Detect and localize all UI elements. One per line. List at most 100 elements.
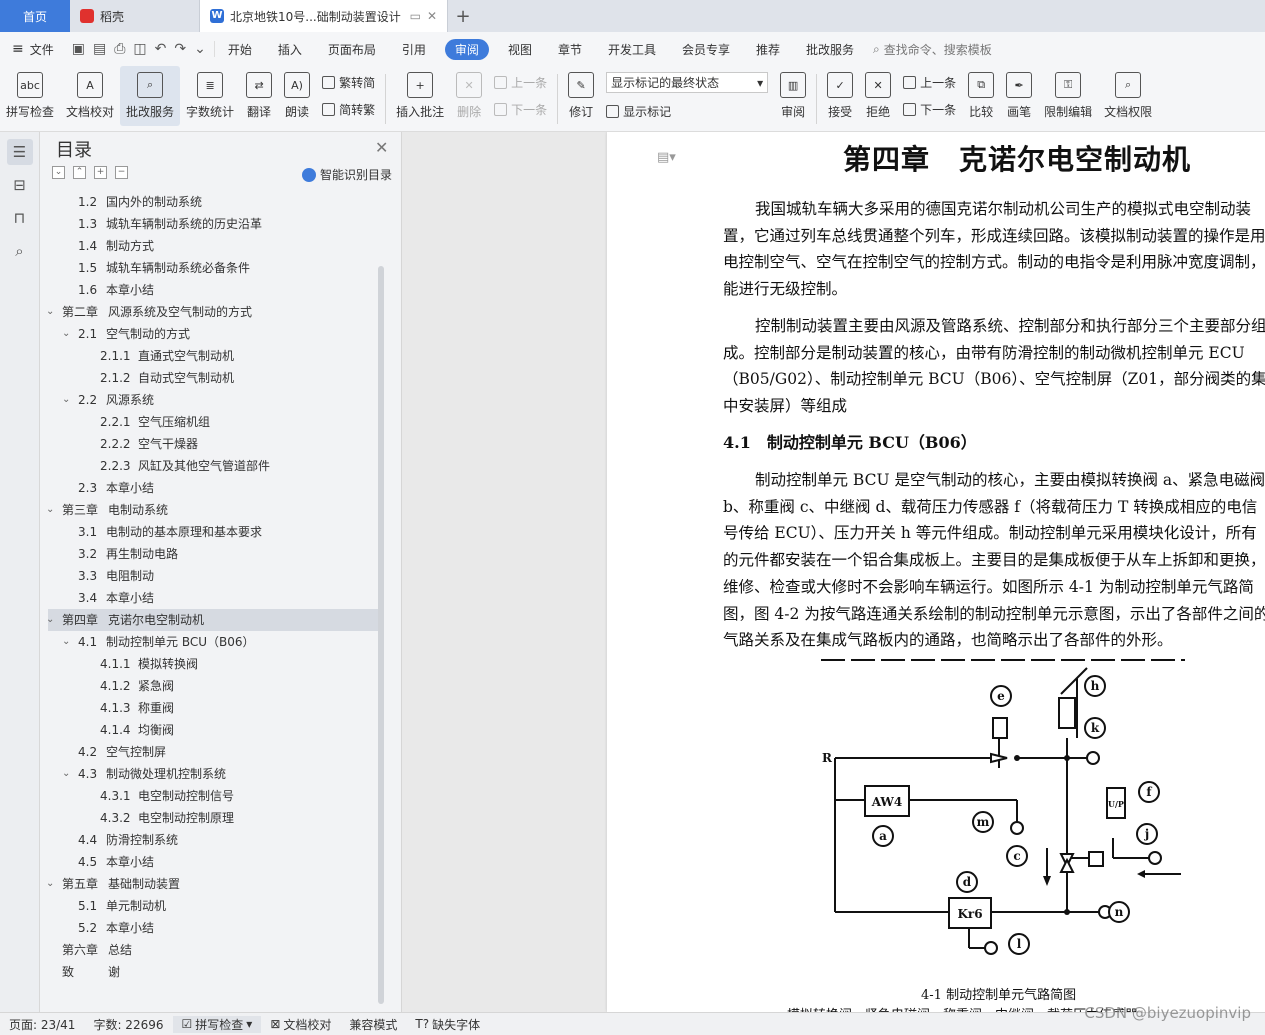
delete-comment-button[interactable]: ✕ 删除	[450, 66, 488, 126]
add-heading-icon[interactable]: +	[94, 166, 107, 179]
chevron-down-icon[interactable]: ⌄	[46, 499, 54, 521]
menu-tab-4[interactable]: 审阅	[444, 38, 489, 60]
chevron-down-icon[interactable]: ⌄	[62, 323, 70, 345]
menu-tab-0[interactable]: 开始	[215, 41, 265, 58]
collapse-all-icon[interactable]: ⌄	[52, 166, 65, 179]
toc-item[interactable]: 3.2 再生制动电路	[48, 543, 378, 565]
compare-button[interactable]: ⧉ 比较	[962, 66, 1000, 126]
toc-scrollbar[interactable]	[378, 266, 384, 1004]
compat-mode[interactable]: 兼容模式	[340, 1016, 406, 1033]
insert-comment-button[interactable]: + 插入批注	[390, 66, 450, 126]
document-page[interactable]: ▤▾ 第四章 克诺尔电空制动机 我国城轨车辆大多采用的德国克诺尔制动机公司生产的…	[607, 132, 1265, 1012]
toc-item[interactable]: 1.6 本章小结	[48, 279, 378, 301]
toc-item[interactable]: ⌄ 2.2 风源系统	[48, 389, 378, 411]
menu-tab-8[interactable]: 会员专享	[669, 41, 743, 58]
prev-comment-button[interactable]: 上一条	[494, 74, 547, 91]
smart-toc-button[interactable]: 智能识别目录	[302, 166, 392, 183]
toc-item[interactable]: ⌄ 4.3 制动微处理机控制系统	[48, 763, 378, 785]
reject-button[interactable]: ✕ 拒绝	[859, 66, 897, 126]
toc-item[interactable]: 1.5 城轨车辆制动系统必备条件	[48, 257, 378, 279]
toc-icon[interactable]: ☰	[6, 139, 33, 165]
correct-service-button[interactable]: ⌕ 批改服务	[120, 66, 181, 126]
search-icon[interactable]: ⌕	[7, 238, 33, 264]
toc-item[interactable]: 4.1.1 模拟转换阀	[48, 653, 378, 675]
word-count-button[interactable]: ≣ 字数统计	[180, 66, 240, 126]
chevron-down-icon[interactable]: ⌄	[46, 609, 54, 631]
markup-select[interactable]: 显示标记的最终状态 ▾	[606, 72, 769, 93]
to-simplified-button[interactable]: 简转繁	[322, 101, 375, 118]
toc-item[interactable]: 2.2.2 空气干燥器	[48, 433, 378, 455]
toc-item[interactable]: 1.3 城轨车辆制动系统的历史沿革	[48, 213, 378, 235]
bookmark-icon[interactable]: ⊓	[7, 205, 33, 231]
menu-tab-10[interactable]: 批改服务	[793, 41, 867, 58]
document-icon[interactable]: ▤▾	[657, 150, 676, 165]
toc-item[interactable]: 3.4 本章小结	[48, 587, 378, 609]
next-comment-button[interactable]: 下一条	[494, 101, 547, 118]
toc-item[interactable]: 2.1.1 直通式空气制动机	[48, 345, 378, 367]
toc-item[interactable]: 1.4 制动方式	[48, 235, 378, 257]
accept-button[interactable]: ✓ 接受	[821, 66, 859, 126]
chevron-down-icon[interactable]: ⌄	[62, 763, 70, 785]
missing-font[interactable]: T? 缺失字体	[406, 1016, 489, 1033]
menu-tab-2[interactable]: 页面布局	[315, 41, 389, 58]
toc-item[interactable]: 5.2 本章小结	[48, 917, 378, 939]
toc-item[interactable]: 2.1.2 自动式空气制动机	[48, 367, 378, 389]
to-traditional-button[interactable]: 繁转简	[322, 74, 375, 91]
chevron-down-icon[interactable]: ⌄	[46, 301, 54, 323]
restrict-edit-button[interactable]: ⚿ 限制编辑	[1038, 66, 1098, 126]
toc-item[interactable]: 4.1.3 称重阀	[48, 697, 378, 719]
remove-heading-icon[interactable]: −	[115, 166, 128, 179]
toc-item[interactable]: 1.2 国内外的制动系统	[48, 191, 378, 213]
more-icon[interactable]: ⌄	[194, 41, 206, 57]
toc-item[interactable]: ⌄ 第四章 克诺尔电空制动机	[46, 609, 378, 631]
status-doc-check[interactable]: ⊠ 文档校对	[261, 1016, 340, 1033]
toc-item[interactable]: ⌄ 第五章 基础制动装置	[46, 873, 378, 895]
doc-rights-button[interactable]: ⌕ 文档权限	[1098, 66, 1158, 126]
chevron-down-icon[interactable]: ⌄	[62, 631, 70, 653]
toc-item[interactable]: 3.1 电制动的基本原理和基本要求	[48, 521, 378, 543]
word-count[interactable]: 字数: 22696	[84, 1016, 172, 1033]
track-changes-button[interactable]: ✎ 修订	[562, 66, 600, 126]
tab-daoke[interactable]: 稻壳	[70, 0, 200, 32]
command-search[interactable]: ⌕ 查找命令、搜索模板	[873, 41, 992, 58]
menu-tab-7[interactable]: 开发工具	[595, 41, 669, 58]
toc-item[interactable]: ⌄ 4.1 制动控制单元 BCU（B06）	[48, 631, 378, 653]
toc-item[interactable]: ⌄ 第二章 风源系统及空气制动的方式	[46, 301, 378, 323]
toc-item[interactable]: 第六章 总结	[48, 939, 378, 961]
toc-item[interactable]: ⌄ 第三章 电制动系统	[46, 499, 378, 521]
tab-home[interactable]: 首页	[0, 0, 70, 32]
page-indicator[interactable]: 页面: 23/41	[0, 1016, 84, 1033]
toc-item[interactable]: 4.5 本章小结	[48, 851, 378, 873]
toc-item[interactable]: 5.1 单元制动机	[48, 895, 378, 917]
read-aloud-button[interactable]: A) 朗读	[278, 66, 316, 126]
save-icon[interactable]: ▣	[72, 41, 85, 57]
toc-item[interactable]: 3.3 电阻制动	[48, 565, 378, 587]
tab-document[interactable]: W 北京地铁10号...础制动装置设计 ▭ ✕	[200, 0, 448, 32]
toc-item[interactable]: 2.2.1 空气压缩机组	[48, 411, 378, 433]
chapter-nav-icon[interactable]: ⊟	[7, 172, 33, 198]
export-pdf-icon[interactable]: ▤	[93, 41, 106, 57]
toc-item[interactable]: ⌄ 2.1 空气制动的方式	[48, 323, 378, 345]
prev-change-button[interactable]: 上一条	[903, 74, 956, 91]
new-tab-button[interactable]: +	[448, 0, 478, 32]
menu-tab-3[interactable]: 引用	[389, 41, 439, 58]
review-pane-button[interactable]: ▥ 审阅	[774, 66, 812, 126]
print-icon[interactable]: ⎙	[114, 41, 125, 57]
toc-item[interactable]: 致谢	[48, 961, 378, 983]
toc-item[interactable]: 2.2.3 风缸及其他空气管道部件	[48, 455, 378, 477]
toc-item[interactable]: 4.4 防滑控制系统	[48, 829, 378, 851]
preview-icon[interactable]: ◫	[133, 41, 146, 57]
menu-tab-6[interactable]: 章节	[545, 41, 595, 58]
chevron-down-icon[interactable]: ⌄	[62, 389, 70, 411]
monitor-icon[interactable]: ▭	[410, 9, 421, 23]
translate-button[interactable]: ⇄ 翻译	[240, 66, 278, 126]
expand-all-icon[interactable]: ⌃	[73, 166, 86, 179]
chevron-down-icon[interactable]: ⌄	[46, 873, 54, 895]
toc-item[interactable]: 4.2 空气控制屏	[48, 741, 378, 763]
status-spell-check[interactable]: ☑ 拼写检查 ▾	[172, 1015, 262, 1033]
toc-item[interactable]: 2.3 本章小结	[48, 477, 378, 499]
next-change-button[interactable]: 下一条	[903, 101, 956, 118]
toc-item[interactable]: 4.3.2 电空制动控制原理	[48, 807, 378, 829]
close-icon[interactable]: ✕	[427, 9, 437, 23]
menu-tab-9[interactable]: 推荐	[743, 41, 793, 58]
